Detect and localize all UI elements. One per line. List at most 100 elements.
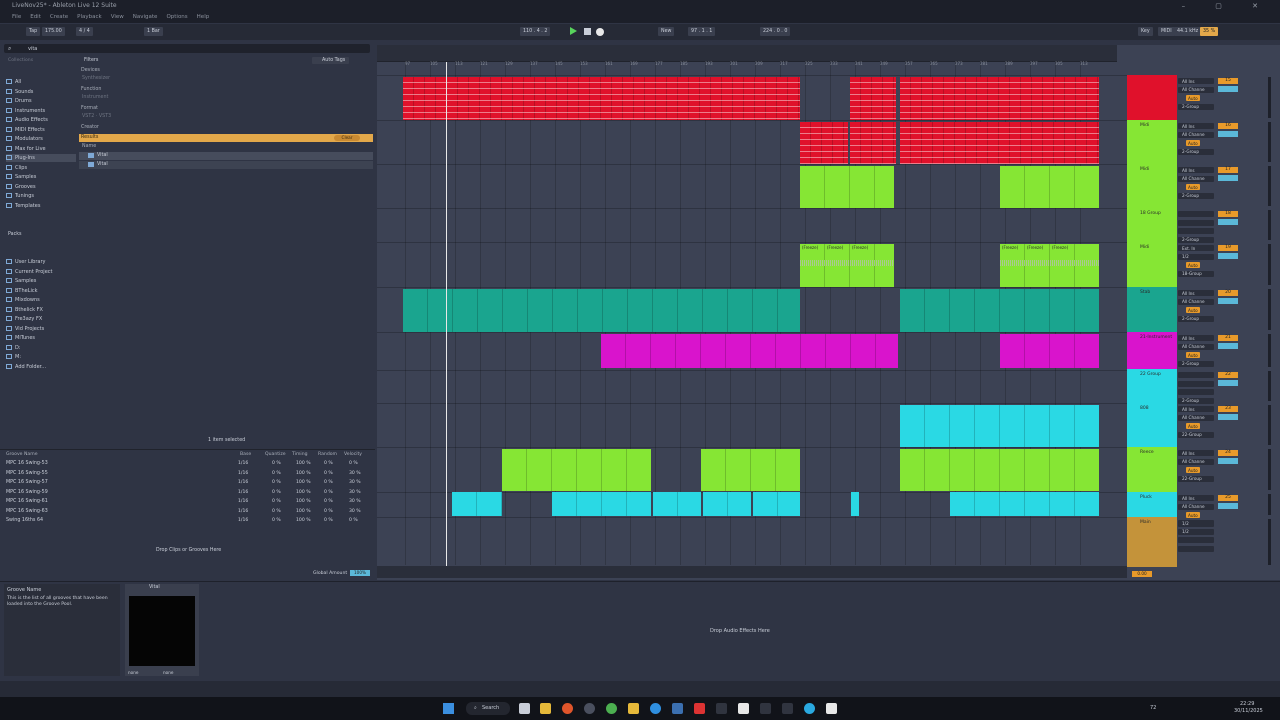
clip[interactable] <box>552 492 651 516</box>
quantize-menu[interactable]: 1 Bar <box>144 27 163 36</box>
groove-col-random[interactable]: Random <box>318 452 337 457</box>
result-row[interactable] <box>79 152 373 160</box>
live-icon[interactable] <box>782 703 793 714</box>
groove-random[interactable]: 0 % <box>324 499 333 504</box>
track-name[interactable]: 808 <box>1140 406 1149 411</box>
plugin-display[interactable] <box>129 596 195 666</box>
browser-place[interactable]: M: <box>6 353 21 361</box>
browser-place[interactable]: Mixdowns <box>6 296 40 304</box>
clip[interactable] <box>800 166 894 208</box>
clip[interactable] <box>502 449 651 491</box>
browser-place[interactable]: User Library <box>6 258 45 266</box>
document-icon[interactable] <box>738 703 749 714</box>
app-icon[interactable] <box>804 703 815 714</box>
routing-input[interactable] <box>1178 372 1214 378</box>
groove-col-name[interactable]: Groove Name <box>6 452 38 457</box>
track-volume[interactable] <box>1218 343 1238 349</box>
track-volume[interactable] <box>1218 253 1238 259</box>
clip[interactable] <box>403 77 800 120</box>
groove-velocity[interactable]: 30 % <box>349 499 361 504</box>
groove-velocity[interactable]: 0 % <box>349 461 358 466</box>
clip[interactable] <box>403 289 800 332</box>
groove-base[interactable]: 1/16 <box>238 461 248 466</box>
groove-timing[interactable]: 100 % <box>296 499 311 504</box>
browser-category[interactable]: Tunings <box>6 192 34 200</box>
clip[interactable] <box>1000 334 1099 368</box>
track-header[interactable] <box>1127 403 1177 447</box>
groove-velocity[interactable]: 30 % <box>349 490 361 495</box>
groove-col-velocity[interactable]: Velocity <box>344 452 362 457</box>
browser-category[interactable]: Grooves <box>6 183 36 191</box>
time-ruler-bottom[interactable] <box>377 566 1127 578</box>
track-activator[interactable]: 21 <box>1218 335 1238 341</box>
filter-function-value[interactable]: Instrument <box>82 95 108 100</box>
filter-devices[interactable]: Devices <box>81 68 100 73</box>
browser-category[interactable]: MIDI Effects <box>6 126 45 134</box>
groove-quantize[interactable]: 0 % <box>272 461 281 466</box>
track-name[interactable]: Midi <box>1140 245 1149 250</box>
track-activator[interactable]: 23 <box>1218 406 1238 412</box>
groove-random[interactable]: 0 % <box>324 518 333 523</box>
browser-place[interactable]: Vid Projects <box>6 325 44 333</box>
browser-category[interactable]: Audio Effects <box>6 116 48 124</box>
routing-monitor[interactable] <box>1178 537 1214 543</box>
groove-base[interactable]: 1/16 <box>238 471 248 476</box>
clip[interactable]: (Freeze) (Freeze) (Freeze) <box>1000 244 1099 287</box>
track-name[interactable]: Midi <box>1140 167 1149 172</box>
groove-quantize[interactable]: 0 % <box>272 509 281 514</box>
groove-random[interactable]: 0 % <box>324 461 333 466</box>
clip[interactable] <box>900 77 1099 120</box>
firefox-icon[interactable] <box>562 703 573 714</box>
main-volume[interactable]: 0.00 <box>1132 571 1152 577</box>
midi-button[interactable]: MIDI <box>1158 27 1175 36</box>
timeline-ruler[interactable] <box>377 45 1117 62</box>
track-volume[interactable] <box>1218 414 1238 420</box>
menu-options[interactable]: Options <box>166 12 187 23</box>
track-volume[interactable] <box>1218 380 1238 386</box>
routing-input[interactable] <box>1178 211 1214 217</box>
groove-random[interactable]: 0 % <box>324 490 333 495</box>
groove-row-name[interactable]: Swing 16ths 64 <box>6 518 43 523</box>
groove-quantize[interactable]: 0 % <box>272 518 281 523</box>
track-activator[interactable]: 19 <box>1218 245 1238 251</box>
track-name[interactable]: 18 Group <box>1140 211 1161 216</box>
file-explorer-icon[interactable] <box>540 703 551 714</box>
clip[interactable] <box>701 449 800 491</box>
meter-field[interactable]: 4 / 4 <box>76 27 93 36</box>
arrangement-position[interactable]: 97 . 1 . 1 <box>688 27 716 36</box>
clip[interactable] <box>601 334 898 368</box>
live-icon[interactable] <box>760 703 771 714</box>
browser-place[interactable]: D: <box>6 344 21 352</box>
clip[interactable] <box>900 122 1099 164</box>
groove-velocity[interactable]: 0 % <box>349 518 358 523</box>
start-icon[interactable] <box>443 703 454 714</box>
groove-velocity[interactable]: 30 % <box>349 480 361 485</box>
new-button[interactable]: New <box>658 27 675 36</box>
task-view-icon[interactable] <box>519 703 530 714</box>
track-volume[interactable] <box>1218 131 1238 137</box>
browser-category[interactable]: Modulators <box>6 135 43 143</box>
groove-col-quantize[interactable]: Quantize <box>265 452 286 457</box>
clip[interactable] <box>653 492 701 516</box>
stop-icon[interactable] <box>584 28 591 35</box>
filter-devices-value[interactable]: Synthesizer <box>82 76 110 81</box>
app-icon[interactable] <box>672 703 683 714</box>
result-row[interactable] <box>79 161 373 169</box>
browser-category[interactable]: Sounds <box>6 88 33 96</box>
clip[interactable] <box>850 77 896 120</box>
browser-category[interactable]: Templates <box>6 202 40 210</box>
groove-row-name[interactable]: MPC 16 Swing-61 <box>6 499 48 504</box>
groove-velocity[interactable]: 30 % <box>349 509 361 514</box>
app-icon[interactable] <box>694 703 705 714</box>
groove-col-timing[interactable]: Timing <box>292 452 308 457</box>
track-name[interactable]: Reece <box>1140 450 1154 455</box>
menu-playback[interactable]: Playback <box>77 12 102 23</box>
track-activator[interactable]: 24 <box>1218 450 1238 456</box>
browser-place[interactable]: Fre3azy FX <box>6 315 42 323</box>
track-name[interactable]: Stab <box>1140 290 1150 295</box>
menu-help[interactable]: Help <box>197 12 210 23</box>
loop-length[interactable]: 224 . 0 . 0 <box>760 27 791 36</box>
filter-function[interactable]: Function <box>81 87 101 92</box>
tap-button[interactable]: Tap <box>26 27 41 36</box>
groove-timing[interactable]: 100 % <box>296 461 311 466</box>
